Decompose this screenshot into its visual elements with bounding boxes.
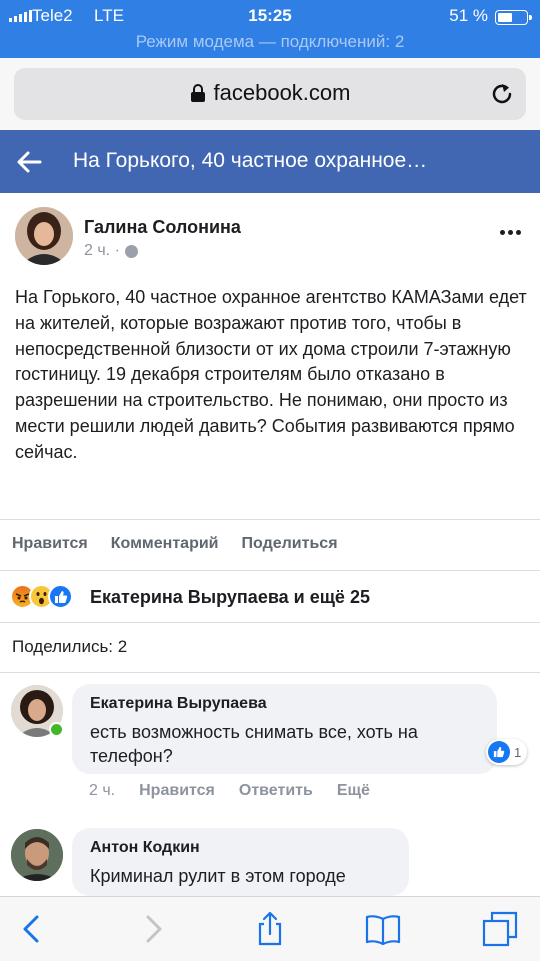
comment-actions: 2 ч. Нравится Ответить Ещё (89, 782, 370, 800)
like-button[interactable]: Нравится (12, 535, 88, 553)
lock-icon (190, 84, 205, 102)
comment-text: Криминал рулит в этом городе (90, 866, 346, 886)
like-icon (488, 741, 510, 763)
like-icon (48, 584, 73, 609)
divider (0, 570, 540, 571)
comment-like-badge[interactable]: 1 (486, 739, 528, 765)
like-count: 1 (514, 744, 522, 760)
share-icon[interactable] (252, 911, 288, 947)
shares-count[interactable]: Поделились: 2 (12, 637, 127, 657)
status-bar: Tele2 LTE 15:25 51 % Режим модема — подк… (0, 0, 540, 58)
address-bar[interactable]: facebook.com (14, 68, 526, 120)
reactions-summary[interactable]: Екатерина Вырупаева и ещё 25 (90, 587, 370, 608)
comment-text: есть возможность снимать все, хоть на те… (90, 722, 418, 766)
back-arrow-icon[interactable] (16, 149, 42, 175)
page-header: На Горького, 40 частное охранное… (0, 130, 540, 193)
comment-like-button[interactable]: Нравится (139, 782, 215, 800)
comment-reply-button[interactable]: Ответить (239, 782, 313, 800)
comment-bubble: Екатерина Вырупаева есть возможность сни… (72, 684, 497, 774)
comment-author[interactable]: Екатерина Вырупаева (90, 695, 267, 713)
divider (0, 622, 540, 623)
forward-icon[interactable] (134, 911, 170, 947)
post-author[interactable]: Галина Солонина (84, 217, 241, 238)
back-icon[interactable] (15, 911, 51, 947)
comment-time[interactable]: 2 ч. (89, 782, 115, 800)
post-time[interactable]: 2 ч. · (84, 242, 120, 260)
url-text: facebook.com (213, 80, 351, 105)
hotspot-banner[interactable]: Режим модема — подключений: 2 (0, 32, 540, 52)
share-button[interactable]: Поделиться (242, 535, 338, 553)
post-actions: Нравится Комментарий Поделиться (12, 535, 338, 553)
comment-more-button[interactable]: Ещё (337, 782, 370, 800)
browser-toolbar (0, 896, 540, 961)
browser-bar: facebook.com (0, 58, 540, 130)
more-options-icon[interactable] (500, 230, 521, 235)
comment-button[interactable]: Комментарий (111, 535, 219, 553)
comment-author[interactable]: Антон Кодкин (90, 839, 200, 857)
globe-icon (124, 244, 138, 258)
divider (0, 519, 540, 520)
reload-icon[interactable] (488, 80, 516, 108)
tabs-icon[interactable] (482, 911, 518, 947)
online-indicator (49, 722, 64, 737)
page-title: На Горького, 40 частное охранное… (73, 149, 428, 172)
battery-percent: 51 % (449, 6, 488, 25)
author-avatar[interactable] (15, 207, 73, 265)
post-text: На Горького, 40 частное охранное агентст… (15, 287, 527, 462)
comment-bubble: Антон Кодкин Криминал рулит в этом город… (72, 828, 409, 896)
battery-icon (495, 10, 532, 25)
bookmarks-icon[interactable] (365, 911, 401, 947)
divider (0, 672, 540, 673)
commenter-avatar[interactable] (11, 829, 63, 881)
reactions-icons[interactable] (10, 584, 73, 609)
post-meta: 2 ч. · (84, 242, 138, 260)
